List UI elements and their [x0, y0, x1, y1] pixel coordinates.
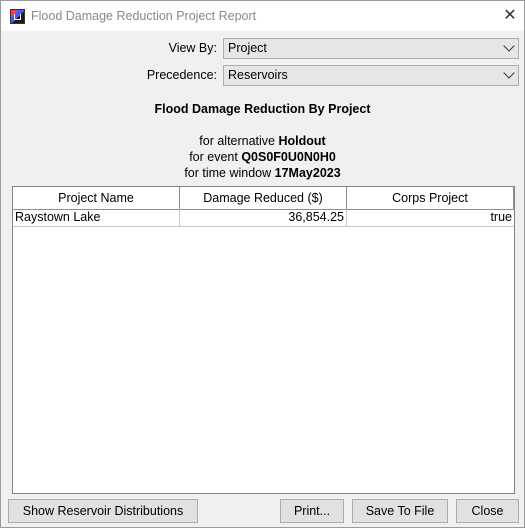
title-bar: Flood Damage Reduction Project Report ✕ — [1, 1, 524, 31]
time-window-value: 17May2023 — [274, 166, 341, 180]
window-title: Flood Damage Reduction Project Report — [31, 9, 257, 23]
time-window-prefix: for time window — [184, 166, 275, 180]
cell-damage-reduced: 36,854.25 — [180, 209, 347, 226]
cell-corps-project: true — [490, 210, 512, 224]
table-row[interactable]: Raystown Lake 36,854.25 true — [13, 209, 514, 227]
precedence-label: Precedence: — [146, 68, 217, 82]
app-icon — [10, 9, 25, 24]
close-icon[interactable]: ✕ — [498, 4, 522, 28]
close-button[interactable]: Close — [456, 499, 519, 523]
chevron-down-icon — [503, 67, 515, 79]
view-by-label: View By: — [168, 41, 217, 55]
column-header-damage-reduced[interactable]: Damage Reduced ($) — [180, 187, 347, 209]
cell-project-name: Raystown Lake — [13, 209, 180, 226]
report-window: Flood Damage Reduction Project Report ✕ … — [0, 0, 525, 528]
save-to-file-button[interactable]: Save To File — [352, 499, 448, 523]
event-name: Q0S0F0U0N0H0 — [241, 150, 336, 164]
project-table[interactable]: Project Name Damage Reduced ($) Corps Pr… — [12, 186, 515, 494]
column-header-project-name[interactable]: Project Name — [13, 187, 180, 209]
print-button[interactable]: Print... — [280, 499, 344, 523]
precedence-value: Reservoirs — [228, 68, 288, 82]
view-by-dropdown[interactable]: Project — [223, 38, 519, 59]
event-prefix: for event — [189, 150, 242, 164]
chevron-down-icon — [503, 40, 515, 52]
column-header-corps-project[interactable]: Corps Project — [347, 187, 514, 209]
precedence-dropdown[interactable]: Reservoirs — [223, 65, 519, 86]
show-reservoir-distributions-button[interactable]: Show Reservoir Distributions — [8, 499, 198, 523]
table-header: Project Name Damage Reduced ($) Corps Pr… — [13, 187, 514, 210]
alternative-line: for alternative Holdout — [1, 134, 524, 148]
time-window-line: for time window 17May2023 — [1, 166, 524, 180]
alternative-prefix: for alternative — [199, 134, 279, 148]
report-title: Flood Damage Reduction By Project — [154, 102, 371, 116]
view-by-value: Project — [228, 41, 267, 55]
alternative-name: Holdout — [278, 134, 326, 148]
event-line: for event Q0S0F0U0N0H0 — [1, 150, 524, 164]
